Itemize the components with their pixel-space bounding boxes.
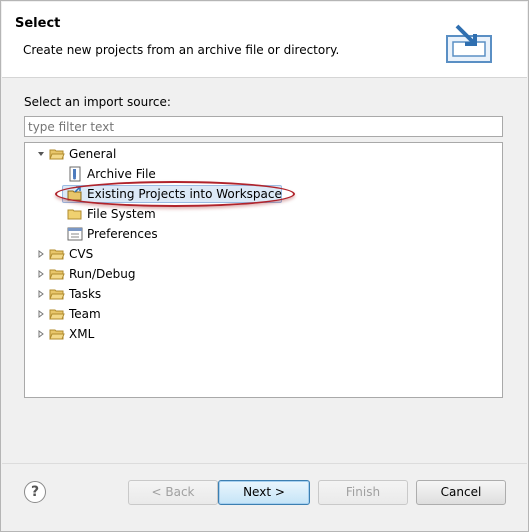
finish-button[interactable]: Finish [318, 480, 408, 505]
collapsed-triangle-icon[interactable] [35, 285, 49, 303]
folder-open-icon [49, 149, 65, 160]
tree-item-preferences[interactable]: Preferences [67, 225, 267, 243]
help-icon[interactable]: ? [24, 481, 46, 503]
tree-item-label: CVS [69, 247, 94, 261]
tree-item-cvs[interactable]: CVS [35, 245, 235, 263]
button-bar-divider [2, 463, 527, 464]
import-source-label: Select an import source: [24, 95, 171, 109]
import-wizard-icon [446, 24, 492, 63]
expanded-triangle-icon[interactable] [35, 145, 49, 163]
collapsed-triangle-icon[interactable] [35, 305, 49, 323]
folder-icon [49, 269, 65, 280]
import-wizard-dialog: Select Create new projects from an archi… [0, 0, 529, 532]
tree-item-xml[interactable]: XML [35, 325, 235, 343]
collapsed-triangle-icon[interactable] [35, 325, 49, 343]
tree-item-tasks[interactable]: Tasks [35, 285, 235, 303]
tree-item-team[interactable]: Team [35, 305, 235, 323]
tree-item-label: Tasks [69, 287, 102, 301]
tree-item-label: Archive File [87, 167, 156, 181]
tree-item-file-system[interactable]: File System [67, 205, 267, 223]
tree-item-run-debug[interactable]: Run/Debug [35, 265, 235, 283]
folder-icon [49, 329, 65, 340]
cancel-button[interactable]: Cancel [416, 480, 506, 505]
folder-icon [67, 209, 82, 220]
tree-item-label: File System [87, 207, 156, 221]
highlight-ellipse-annotation [55, 181, 295, 207]
next-button[interactable]: Next > [218, 480, 310, 505]
page-description: Create new projects from an archive file… [23, 43, 340, 57]
tree-item-general[interactable]: General [35, 145, 235, 163]
archive-file-icon [69, 166, 81, 182]
import-source-tree[interactable]: General Archive File Existing Projects i… [24, 142, 503, 398]
folder-icon [49, 289, 65, 300]
collapsed-triangle-icon[interactable] [35, 245, 49, 263]
tree-item-label: Team [69, 307, 101, 321]
preferences-icon [67, 227, 83, 241]
tree-item-label: Preferences [87, 227, 158, 241]
filter-input[interactable] [24, 116, 503, 137]
wizard-header: Select Create new projects from an archi… [2, 2, 527, 78]
back-button[interactable]: < Back [128, 480, 218, 505]
collapsed-triangle-icon[interactable] [35, 265, 49, 283]
folder-icon [49, 309, 65, 320]
tree-item-label: General [69, 147, 117, 161]
page-title: Select [15, 16, 61, 31]
folder-icon [49, 249, 65, 260]
tree-item-label: Run/Debug [69, 267, 136, 281]
tree-item-label: XML [69, 327, 95, 341]
